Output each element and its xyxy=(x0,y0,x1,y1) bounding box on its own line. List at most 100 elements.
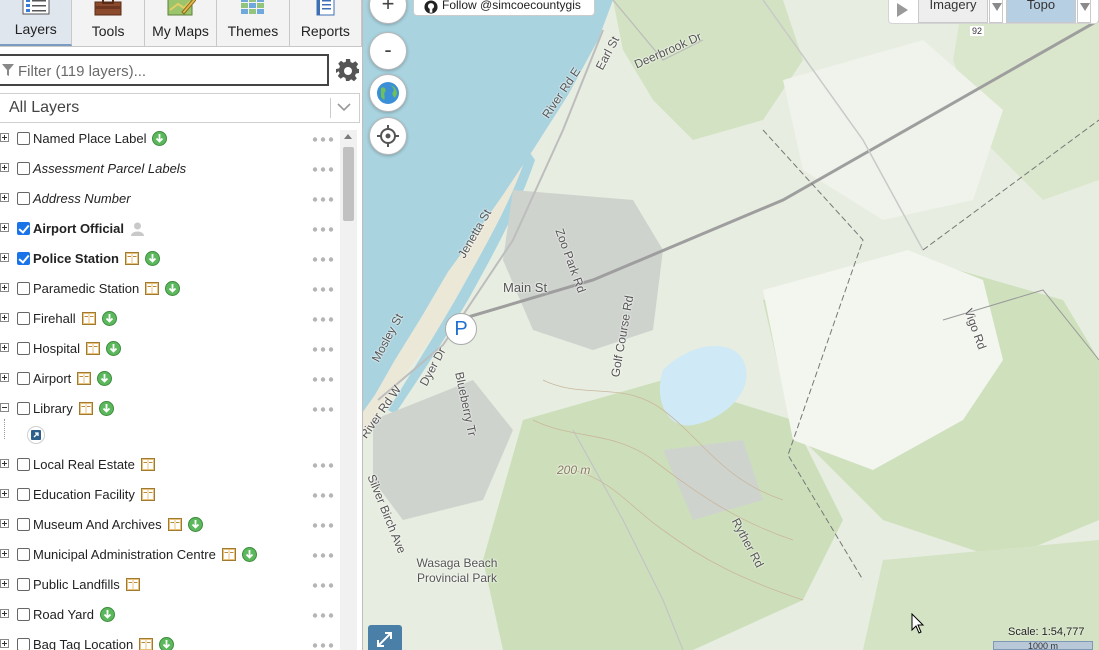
layer-checkbox[interactable] xyxy=(17,402,30,415)
layer-row[interactable]: Public Landfills xyxy=(0,570,340,600)
scroll-thumb[interactable] xyxy=(343,147,354,221)
layer-checkbox[interactable] xyxy=(17,282,30,295)
more-options-icon[interactable] xyxy=(312,643,334,648)
basemap-imagery-button[interactable]: Imagery xyxy=(918,0,988,23)
follow-twitter-button[interactable]: Follow @simcoecountygis xyxy=(413,0,595,16)
layer-row[interactable]: Airport Official xyxy=(0,214,340,244)
layer-checkbox[interactable] xyxy=(17,548,30,561)
layer-row[interactable]: Firehall xyxy=(0,304,340,334)
metadata-icon[interactable] xyxy=(221,548,236,561)
layer-checkbox[interactable] xyxy=(17,342,30,355)
metadata-icon[interactable] xyxy=(140,488,155,501)
metadata-icon[interactable] xyxy=(77,372,92,385)
metadata-icon[interactable] xyxy=(140,458,155,471)
more-options-icon[interactable] xyxy=(312,377,334,382)
layer-row[interactable]: Airport xyxy=(0,364,340,394)
parking-marker[interactable]: P xyxy=(445,313,477,345)
tab-layers[interactable]: Layers xyxy=(0,0,73,46)
layer-checkbox[interactable] xyxy=(17,132,30,145)
download-icon[interactable] xyxy=(159,637,175,650)
metadata-icon[interactable] xyxy=(139,638,154,650)
more-options-icon[interactable] xyxy=(312,197,334,202)
expand-icon[interactable] xyxy=(0,283,9,292)
expand-icon[interactable] xyxy=(0,193,9,202)
topo-dropdown-button[interactable] xyxy=(1077,0,1091,23)
tab-reports[interactable]: Reports xyxy=(290,0,362,46)
expand-icon[interactable] xyxy=(0,253,9,262)
layer-checkbox[interactable] xyxy=(17,162,30,175)
layer-row[interactable]: Address Number xyxy=(0,184,340,214)
expand-icon[interactable] xyxy=(0,343,9,352)
more-options-icon[interactable] xyxy=(312,583,334,588)
layer-row[interactable]: Named Place Label xyxy=(0,124,340,154)
more-options-icon[interactable] xyxy=(312,553,334,558)
layer-row[interactable]: Local Real Estate xyxy=(0,450,340,480)
layer-row[interactable]: Bag Tag Location xyxy=(0,630,340,650)
gear-icon[interactable] xyxy=(336,58,360,82)
expand-icon[interactable] xyxy=(0,549,9,558)
locate-me-button[interactable] xyxy=(369,117,407,155)
download-icon[interactable] xyxy=(187,517,203,532)
layer-list-scrollbar[interactable] xyxy=(340,130,357,650)
download-icon[interactable] xyxy=(241,547,257,562)
expand-icon[interactable] xyxy=(0,459,9,468)
layer-row[interactable]: Assessment Parcel Labels xyxy=(0,154,340,184)
expand-icon[interactable] xyxy=(0,579,9,588)
metadata-icon[interactable] xyxy=(124,252,139,265)
layer-group-select[interactable]: All Layers xyxy=(0,93,360,123)
more-options-icon[interactable] xyxy=(312,347,334,352)
layer-checkbox[interactable] xyxy=(17,252,30,265)
play-icon[interactable] xyxy=(897,3,908,17)
more-options-icon[interactable] xyxy=(312,167,334,172)
expand-icon[interactable] xyxy=(0,639,9,648)
download-icon[interactable] xyxy=(165,281,181,296)
expand-icon[interactable] xyxy=(0,163,9,172)
tab-my-maps[interactable]: My Maps xyxy=(145,0,218,46)
download-icon[interactable] xyxy=(144,251,160,266)
layer-checkbox[interactable] xyxy=(17,518,30,531)
more-options-icon[interactable] xyxy=(312,493,334,498)
layer-row[interactable]: Museum And Archives xyxy=(0,510,340,540)
download-icon[interactable] xyxy=(152,131,168,146)
more-options-icon[interactable] xyxy=(312,137,334,142)
layer-checkbox[interactable] xyxy=(17,608,30,621)
metadata-icon[interactable] xyxy=(145,282,160,295)
metadata-icon[interactable] xyxy=(125,578,140,591)
collapse-icon[interactable] xyxy=(0,403,9,412)
more-options-icon[interactable] xyxy=(312,523,334,528)
expand-icon[interactable] xyxy=(0,223,9,232)
more-options-icon[interactable] xyxy=(312,257,334,262)
map-view[interactable]: River Rd E Earl St Deerbrook Dr Jenetta … xyxy=(363,0,1099,650)
scroll-up-arrow-icon[interactable] xyxy=(344,134,352,139)
fullscreen-button[interactable] xyxy=(368,625,402,650)
expand-icon[interactable] xyxy=(0,609,9,618)
layer-row[interactable]: Paramedic Station xyxy=(0,274,340,304)
more-options-icon[interactable] xyxy=(312,613,334,618)
layer-row[interactable]: Municipal Administration Centre xyxy=(0,540,340,570)
layer-checkbox[interactable] xyxy=(17,638,30,650)
layer-checkbox[interactable] xyxy=(17,222,30,235)
globe-button[interactable] xyxy=(369,74,407,112)
metadata-icon[interactable] xyxy=(78,402,93,415)
layer-checkbox[interactable] xyxy=(17,372,30,385)
layer-row[interactable]: Road Yard xyxy=(0,600,340,630)
expand-icon[interactable] xyxy=(0,519,9,528)
metadata-icon[interactable] xyxy=(81,312,96,325)
metadata-icon[interactable] xyxy=(85,342,100,355)
layer-row[interactable]: Library xyxy=(0,394,340,424)
tab-themes[interactable]: Themes xyxy=(217,0,290,46)
more-options-icon[interactable] xyxy=(312,227,334,232)
layer-checkbox[interactable] xyxy=(17,312,30,325)
metadata-icon[interactable] xyxy=(167,518,182,531)
expand-icon[interactable] xyxy=(0,373,9,382)
expand-icon[interactable] xyxy=(0,313,9,322)
layer-filter-input[interactable] xyxy=(16,59,320,83)
download-icon[interactable] xyxy=(98,401,114,416)
layer-checkbox[interactable] xyxy=(17,192,30,205)
expand-icon[interactable] xyxy=(0,133,9,142)
download-icon[interactable] xyxy=(97,371,113,386)
layer-checkbox[interactable] xyxy=(17,458,30,471)
layer-row[interactable]: Education Facility xyxy=(0,480,340,510)
more-options-icon[interactable] xyxy=(312,317,334,322)
basemap-topo-button[interactable]: Topo xyxy=(1006,0,1076,23)
